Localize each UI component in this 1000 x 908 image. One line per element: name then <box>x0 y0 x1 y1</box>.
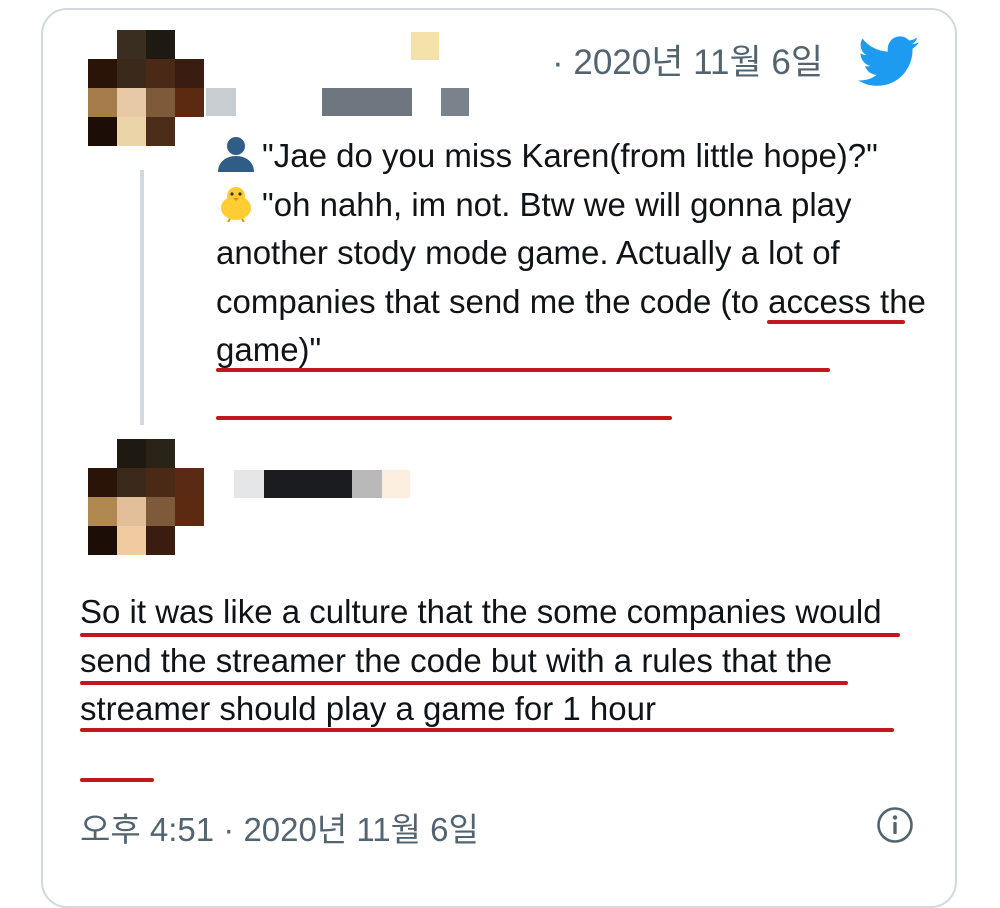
annotation-underline <box>80 681 848 685</box>
main-tweet-timestamp[interactable]: 오후 4:51 · 2020년 11월 6일 <box>80 803 479 851</box>
quoted-author-name-redacted <box>411 32 439 60</box>
quoted-tweet-date[interactable]: · 2020년 11월 6일 <box>552 34 823 85</box>
quoted-author-avatar[interactable] <box>88 30 204 146</box>
annotation-underline <box>80 728 894 732</box>
main-author-name-redacted <box>234 470 264 498</box>
quoted-author-handle-redacted <box>322 88 412 116</box>
bust-in-silhouette-icon <box>218 137 254 172</box>
quoted-line-1-text: "Jae do you miss Karen(from little hope)… <box>262 137 878 174</box>
annotation-underline <box>767 320 905 324</box>
quoted-tweet-text: "Jae do you miss Karen(from little hope)… <box>216 132 936 375</box>
main-author-name-redacted <box>382 470 410 498</box>
baby-chick-icon <box>221 186 251 222</box>
annotation-underline <box>216 368 830 372</box>
quoted-line-2-end: " <box>309 331 322 368</box>
main-author-name-redacted <box>264 470 352 498</box>
quoted-line-2: "oh nahh, im not. Btw we will gonna play… <box>216 181 936 375</box>
annotation-underline <box>80 633 900 637</box>
quoted-author-handle-redacted <box>441 88 469 116</box>
twitter-bird-icon <box>858 36 919 86</box>
quoted-author-handle-redacted <box>206 88 236 116</box>
quoted-line-1: "Jae do you miss Karen(from little hope)… <box>216 132 936 181</box>
annotation-underline <box>80 778 154 782</box>
main-tweet-text: So it was like a culture that the some c… <box>80 593 882 727</box>
thread-connector-line <box>140 170 144 425</box>
annotation-underline <box>216 416 672 420</box>
info-icon[interactable] <box>876 806 914 844</box>
main-author-avatar[interactable] <box>88 439 204 555</box>
main-author-name-redacted <box>352 470 382 498</box>
